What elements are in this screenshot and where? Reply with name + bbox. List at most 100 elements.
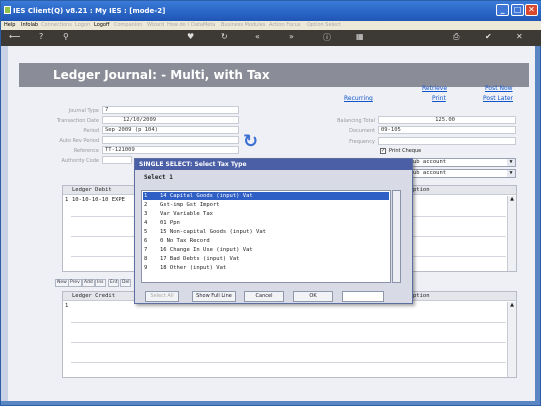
prev-row-button[interactable]: Prev (68, 279, 82, 287)
title-bar: IES Client(Q) v8.21 : My IES : [mode-2] … (1, 1, 541, 21)
menu-connections[interactable]: Connections (41, 22, 72, 28)
refresh-icon[interactable]: ↻ (221, 32, 228, 41)
recurring-link[interactable]: Recurring (344, 95, 373, 102)
menu-datameta[interactable]: DataMeta (191, 22, 215, 28)
cancel-button[interactable]: Cancel (244, 291, 284, 302)
transaction-date-field[interactable]: 12/10/2009 (102, 116, 239, 124)
transaction-date-label: Transaction Date (56, 118, 99, 124)
list-item[interactable]: 5 15 Non-capital Goods (input) Vat (143, 228, 389, 236)
double-left-icon[interactable]: « (255, 32, 260, 41)
list-item[interactable]: 2 Gst-imp Gst Import (143, 201, 389, 209)
ledger-debit-cell[interactable]: 10-10-10-10 EXPE (72, 196, 125, 205)
list-item[interactable]: 9 18 Other (input) Vat (143, 264, 389, 272)
frequency-field[interactable] (378, 137, 516, 145)
double-right-icon[interactable]: » (289, 32, 294, 41)
tax-type-list: 1 14 Capital Goods (input) Vat 2 Gst-imp G… (141, 190, 391, 283)
enter-row-button[interactable]: Ent (108, 279, 120, 287)
refresh-swirl-icon[interactable]: ↻ (243, 131, 258, 152)
list-item[interactable]: 7 16 Change In Use (input) Vat (143, 246, 389, 254)
ok-button[interactable]: OK (293, 291, 333, 302)
select-all-button[interactable]: Select All (145, 291, 179, 302)
list-item[interactable]: 60 No Tax Record (143, 237, 389, 245)
show-full-line-button[interactable]: Show Full Line (192, 291, 236, 302)
chevron-down-icon: ▼ (507, 170, 515, 177)
application-window: IES Client(Q) v8.21 : My IES : [mode-2] … (0, 0, 541, 406)
credit-grid: Ledger Credit ption 1 ▲ (62, 291, 517, 378)
column-header-ledger-debit: Ledger Debit (72, 187, 112, 193)
period-field[interactable]: Sep 2009 (p 104) (102, 126, 239, 134)
reference-field[interactable]: TT-121009 (102, 146, 239, 154)
column-header-ledger-credit: Ledger Credit (72, 293, 116, 299)
minimize-button[interactable]: _ (496, 4, 509, 16)
sub-account-select-1[interactable]: ub account ▼ (410, 158, 516, 167)
menu-business-modules[interactable]: Business Modules (221, 22, 265, 28)
delete-row-button[interactable]: Del (120, 279, 132, 287)
authority-code-label: Authority Code (61, 158, 99, 164)
credit-grid-scrollbar[interactable]: ▲ (507, 302, 516, 377)
list-item[interactable]: 3 Var Variable Tax (143, 210, 389, 218)
menu-action-focus[interactable]: Action Focus (269, 22, 301, 28)
post-later-link[interactable]: Post Later (483, 95, 513, 102)
auto-rev-period-field[interactable] (102, 136, 239, 144)
left-sidebar (1, 46, 8, 401)
balancing-total-field: 125.00 (378, 116, 516, 124)
app-icon (4, 6, 11, 14)
list-item[interactable]: 1 14 Capital Goods (input) Vat (143, 192, 389, 200)
authority-code-field[interactable] (102, 156, 132, 164)
insert-row-button[interactable]: Ins (95, 279, 106, 287)
maximize-button[interactable]: □ (511, 4, 524, 16)
reference-label: Reference (73, 148, 99, 154)
dialog-title: SINGLE SELECT: Select Tax Type (135, 159, 412, 170)
debit-grid-scrollbar[interactable]: ▲ (507, 196, 516, 271)
column-header-description: ption (413, 293, 430, 299)
new-row-button[interactable]: New (55, 279, 69, 287)
frequency-label: Frequency (349, 139, 375, 145)
print-icon[interactable]: ⎙ (453, 32, 459, 42)
list-item[interactable]: 8 17 Bad Debts (input) Vat (143, 255, 389, 263)
info-icon[interactable]: ⓘ (323, 32, 331, 43)
menu-wizard[interactable]: Wizard (147, 22, 164, 28)
grid-icon[interactable]: ▦ (356, 32, 364, 41)
ok-icon[interactable]: ✔ (485, 32, 492, 41)
document-label: Document (349, 128, 375, 134)
heart-icon[interactable]: ♥ (187, 32, 194, 41)
sub-account-value-1: ub account (413, 159, 447, 165)
row-number: 1 (65, 303, 69, 309)
period-label: Period (83, 128, 99, 134)
form-header: Ledger Journal: - Multi, with Tax (19, 63, 529, 87)
balancing-total-label: Balancing Total (337, 118, 375, 124)
print-cheque-checkbox[interactable]: ✓ (380, 148, 386, 154)
retrieve-link[interactable]: Retrieve (422, 85, 447, 92)
help-icon[interactable]: ? (39, 32, 43, 41)
toolbar: ⟵ ? ⚲ ♥ ↻ « » ⓘ ▦ ⎙ ✔ ✕ (1, 30, 541, 46)
menu-logoff[interactable]: Logoff (94, 22, 109, 28)
select-tax-type-dialog: SINGLE SELECT: Select Tax Type Select 1 … (134, 158, 413, 304)
sub-account-select-2[interactable]: ub account ▼ (410, 169, 516, 178)
sub-account-value-2: ub account (413, 170, 447, 176)
list-item[interactable]: 4 01 Ppn (143, 219, 389, 227)
list-scrollbar[interactable] (392, 190, 401, 283)
close-window-button[interactable]: ✕ (525, 4, 538, 16)
menu-companion[interactable]: Companion (114, 22, 142, 28)
document-field[interactable]: 09-105 (378, 126, 516, 134)
journal-type-label: Journal Type (68, 108, 99, 114)
back-arrow-icon[interactable]: ⟵ (9, 32, 20, 41)
menu-help[interactable]: Help (4, 22, 15, 28)
menu-option-select[interactable]: Option Select (307, 22, 341, 28)
window-title: IES Client(Q) v8.21 : My IES : [mode-2] (13, 7, 166, 15)
page-title: Ledger Journal: - Multi, with Tax (53, 68, 270, 82)
add-row-button[interactable]: Add (82, 279, 95, 287)
search-input[interactable] (342, 291, 384, 302)
column-header-description: ption (413, 187, 430, 193)
row-number: 1 (65, 197, 69, 203)
menu-logon[interactable]: Logon (75, 22, 90, 28)
menu-how-do-i[interactable]: How do I (167, 22, 189, 28)
post-now-link[interactable]: Post Now (485, 85, 513, 92)
journal-type-field[interactable]: 7 (102, 106, 239, 114)
print-cheque-label: Print Cheque (389, 148, 422, 154)
menu-infolab[interactable]: Infolab (21, 22, 38, 28)
close-icon[interactable]: ✕ (516, 32, 523, 41)
search-icon[interactable]: ⚲ (63, 32, 69, 41)
print-link[interactable]: Print (432, 95, 446, 102)
dialog-subtitle: Select 1 (144, 174, 173, 181)
